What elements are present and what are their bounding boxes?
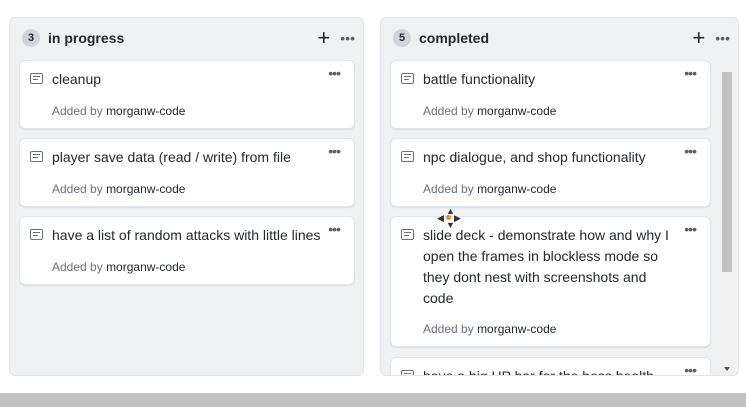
card-menu-button[interactable]: ••• [684, 143, 697, 159]
card[interactable]: have a list of random attacks with littl… [19, 216, 355, 285]
added-by-label: Added by [423, 104, 474, 118]
card-menu-button[interactable]: ••• [684, 221, 697, 237]
note-icon [401, 229, 414, 240]
add-card-button[interactable]: + [692, 27, 705, 49]
card-menu-button[interactable]: ••• [328, 65, 341, 81]
scroll-down-arrow-icon[interactable] [724, 367, 730, 371]
card[interactable]: battle functionality ••• Added by morgan… [390, 60, 711, 129]
column-header: 5 completed + ••• [393, 27, 730, 49]
card-title: have a big HP bar for the boss health [423, 368, 654, 376]
card-count-badge: 5 [393, 29, 411, 47]
column-scrollbar[interactable] [721, 60, 733, 375]
scrollbar-thumb[interactable] [722, 72, 732, 272]
note-icon [401, 73, 414, 84]
card-meta: Added by morganw-code [423, 182, 556, 196]
column-title: in progress [48, 30, 125, 46]
card[interactable]: npc dialogue, and shop functionality •••… [390, 138, 711, 207]
move-cursor-icon: ▲ ◀ ▶ ▼ [437, 206, 461, 230]
author-link[interactable]: morganw-code [477, 104, 556, 118]
added-by-label: Added by [52, 182, 103, 196]
note-icon [30, 229, 43, 240]
card-title: npc dialogue, and shop functionality [423, 149, 646, 165]
card-count-badge: 3 [22, 29, 40, 47]
card-title: slide deck - demonstrate how and why I o… [423, 227, 669, 306]
card-meta: Added by morganw-code [423, 322, 556, 336]
column-menu-button[interactable]: ••• [340, 31, 355, 45]
card-meta: Added by morganw-code [52, 260, 185, 274]
note-icon [401, 370, 414, 375]
card-meta: Added by morganw-code [423, 104, 556, 118]
added-by-label: Added by [423, 322, 474, 336]
horizontal-scrollbar[interactable] [0, 393, 746, 407]
card-meta: Added by morganw-code [52, 104, 185, 118]
author-link[interactable]: morganw-code [477, 322, 556, 336]
card-title: cleanup [52, 71, 102, 87]
author-link[interactable]: morganw-code [106, 104, 185, 118]
author-link[interactable]: morganw-code [106, 260, 185, 274]
column-header: 3 in progress + ••• [22, 27, 355, 49]
note-icon [30, 73, 43, 84]
column-in-progress: 3 in progress + ••• cleanup ••• Added by… [9, 17, 364, 376]
note-icon [30, 151, 43, 162]
note-icon [401, 151, 414, 162]
card-menu-button[interactable]: ••• [328, 143, 341, 159]
add-card-button[interactable]: + [317, 27, 330, 49]
added-by-label: Added by [423, 182, 474, 196]
added-by-label: Added by [52, 104, 103, 118]
author-link[interactable]: morganw-code [477, 182, 556, 196]
card-meta: Added by morganw-code [52, 182, 185, 196]
card[interactable]: cleanup ••• Added by morganw-code [19, 60, 355, 129]
column-completed: 5 completed + ••• battle functionality •… [380, 17, 739, 376]
card[interactable]: slide deck - demonstrate how and why I o… [390, 216, 711, 347]
card-menu-button[interactable]: ••• [328, 221, 341, 237]
card-title: have a list of random attacks with littl… [52, 227, 321, 243]
added-by-label: Added by [52, 260, 103, 274]
card-menu-button[interactable]: ••• [684, 65, 697, 81]
author-link[interactable]: morganw-code [106, 182, 185, 196]
column-title: completed [419, 30, 490, 46]
card-title: battle functionality [423, 71, 536, 87]
card-menu-button[interactable]: ••• [684, 362, 697, 375]
column-menu-button[interactable]: ••• [715, 31, 730, 45]
card[interactable]: player save data (read / write) from fil… [19, 138, 355, 207]
card-title: player save data (read / write) from fil… [52, 149, 291, 165]
card[interactable]: have a big HP bar for the boss health ••… [390, 357, 711, 376]
